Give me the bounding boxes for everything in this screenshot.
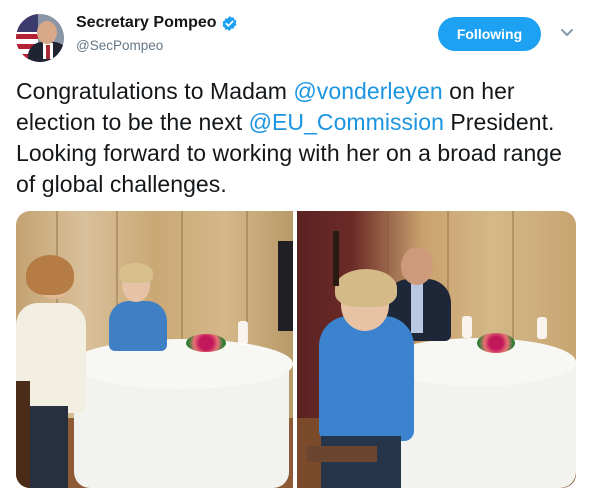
verified-badge-icon: [222, 15, 236, 31]
following-button[interactable]: Following: [438, 17, 541, 51]
author-name-row[interactable]: Secretary Pompeo: [76, 14, 238, 32]
flower-centerpiece: [477, 333, 515, 353]
media-grid: [16, 211, 576, 488]
display-name[interactable]: Secretary Pompeo: [76, 14, 217, 32]
photo-left[interactable]: [16, 211, 293, 488]
user-handle[interactable]: @SecPompeo: [76, 38, 163, 53]
flower-centerpiece: [186, 334, 226, 352]
tweet-text-segment: Congratulations to Madam: [16, 78, 294, 104]
avatar[interactable]: [16, 14, 64, 62]
mention-link-vonderleyen[interactable]: @vonderleyen: [293, 78, 442, 104]
photo-right[interactable]: [297, 211, 576, 488]
tweet-text: Congratulations to Madam @vonderleyen on…: [16, 76, 581, 200]
chevron-down-icon[interactable]: [560, 28, 574, 38]
mention-link-eu-commission[interactable]: @EU_Commission: [249, 109, 444, 135]
